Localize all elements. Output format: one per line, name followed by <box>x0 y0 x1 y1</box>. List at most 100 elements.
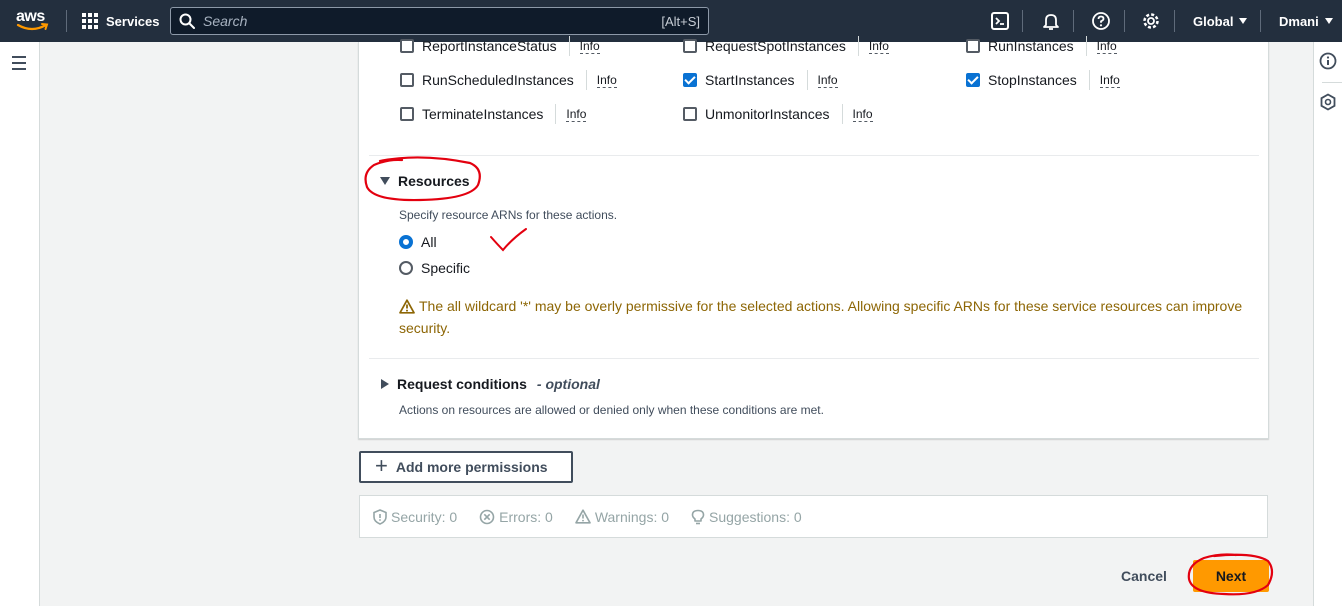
info-icon[interactable] <box>1319 52 1337 70</box>
caret-down-icon <box>1239 18 1248 24</box>
section-divider <box>369 155 1259 156</box>
nav-divider <box>1260 10 1261 32</box>
action-label: RunScheduledInstances <box>422 72 574 88</box>
user-label: Dmani <box>1279 13 1319 29</box>
checkbox[interactable] <box>400 107 414 121</box>
action-checkbox-row[interactable]: UnmonitorInstances Info <box>683 104 873 124</box>
nav-divider <box>1022 10 1023 32</box>
caret-down-icon <box>380 177 390 185</box>
action-label: StartInstances <box>705 72 795 88</box>
hexagon-icon[interactable] <box>1319 93 1337 111</box>
add-more-permissions-button[interactable]: + Add more permissions <box>359 451 573 483</box>
services-label: Services <box>106 13 160 29</box>
services-menu-button[interactable]: Services <box>82 0 160 42</box>
region-label: Global <box>1193 13 1234 29</box>
info-link[interactable]: Info <box>841 104 873 124</box>
wildcard-warning: The all wildcard '*' may be overly permi… <box>399 295 1249 339</box>
action-label: RequestSpotInstances <box>705 38 846 54</box>
add-more-label: Add more permissions <box>395 459 548 475</box>
grid-icon <box>82 13 98 29</box>
radio-button-selected[interactable] <box>399 235 413 249</box>
checkbox[interactable] <box>683 107 697 121</box>
optional-label: - optional <box>536 376 600 392</box>
bell-icon[interactable] <box>1041 11 1061 31</box>
rail-divider <box>1322 82 1342 83</box>
info-link[interactable]: Info <box>585 70 617 90</box>
action-label: StopInstances <box>988 72 1077 88</box>
conditions-title: Request conditions <box>397 376 527 392</box>
resources-description: Specify resource ARNs for these actions. <box>399 208 618 222</box>
radio-button[interactable] <box>399 261 413 275</box>
info-link[interactable]: Info <box>1088 70 1120 90</box>
action-checkbox-row[interactable]: StopInstances Info <box>966 70 1120 90</box>
cloudshell-icon[interactable] <box>990 11 1010 31</box>
info-link[interactable]: Info <box>568 36 600 56</box>
conditions-description: Actions on resources are allowed or deni… <box>399 403 824 417</box>
security-count[interactable]: Security: 0 <box>373 509 457 525</box>
checkbox[interactable] <box>400 73 414 87</box>
left-navigation-rail <box>0 42 40 606</box>
warning-icon <box>575 509 591 524</box>
warnings-count[interactable]: Warnings: 0 <box>575 509 669 525</box>
nav-divider <box>66 10 67 32</box>
shield-icon <box>373 508 387 525</box>
action-label: ReportInstanceStatus <box>422 38 557 54</box>
checkbox[interactable] <box>966 39 980 53</box>
gear-icon[interactable] <box>1141 11 1161 31</box>
action-label: UnmonitorInstances <box>705 106 830 122</box>
nav-divider <box>1073 10 1074 32</box>
lightbulb-icon <box>691 509 705 524</box>
errors-count[interactable]: Errors: 0 <box>479 509 553 525</box>
permissions-panel: ReportInstanceStatus Info RequestSpotIns… <box>358 36 1269 439</box>
info-link[interactable]: Info <box>555 104 587 124</box>
action-checkbox-row[interactable]: TerminateInstances Info <box>400 104 587 124</box>
top-navigation: aws Services [Alt+S] <box>0 0 1342 42</box>
info-link[interactable]: Info <box>806 70 838 90</box>
info-link[interactable]: Info <box>1085 36 1117 56</box>
checkbox-checked[interactable] <box>683 73 697 87</box>
suggestions-count[interactable]: Suggestions: 0 <box>691 509 802 525</box>
action-checkbox-row[interactable]: ReportInstanceStatus Info <box>400 36 600 56</box>
search-icon <box>179 13 195 29</box>
search-shortcut: [Alt+S] <box>661 13 700 29</box>
caret-down-icon <box>1324 18 1333 24</box>
request-conditions-toggle[interactable]: Request conditions - optional <box>381 376 600 392</box>
action-checkbox-row[interactable]: StartInstances Info <box>683 70 838 90</box>
checkbox[interactable] <box>400 39 414 53</box>
action-checkbox-row[interactable]: RequestSpotInstances Info <box>683 36 889 56</box>
checkbox-checked[interactable] <box>966 73 980 87</box>
resources-title: Resources <box>398 173 470 189</box>
plus-icon: + <box>375 453 388 478</box>
warning-text: The all wildcard '*' may be overly permi… <box>399 298 1243 336</box>
search-box[interactable]: [Alt+S] <box>170 7 709 35</box>
resources-section-toggle[interactable]: Resources <box>380 173 470 189</box>
help-icon[interactable] <box>1091 11 1111 31</box>
nav-divider <box>1124 10 1125 32</box>
warning-icon <box>399 299 415 314</box>
hamburger-menu-icon[interactable] <box>12 56 26 74</box>
section-divider <box>369 358 1259 359</box>
aws-logo[interactable]: aws <box>16 8 50 34</box>
search-input[interactable] <box>203 13 662 29</box>
radio-label: All <box>421 234 437 250</box>
checkbox[interactable] <box>683 39 697 53</box>
cancel-button[interactable]: Cancel <box>1109 561 1179 591</box>
region-selector[interactable]: Global <box>1193 0 1248 42</box>
radio-label: Specific <box>421 260 471 276</box>
right-tools-rail <box>1313 42 1342 606</box>
action-checkbox-row[interactable]: RunScheduledInstances Info <box>400 70 617 90</box>
action-checkbox-row[interactable]: RunInstances Info <box>966 36 1117 56</box>
main-content: ReportInstanceStatus Info RequestSpotIns… <box>41 36 1312 606</box>
action-label: TerminateInstances <box>422 106 544 122</box>
caret-right-icon <box>381 379 389 389</box>
next-button[interactable]: Next <box>1193 560 1269 592</box>
account-menu[interactable]: Dmani <box>1279 0 1333 42</box>
aws-smile-icon <box>16 23 49 31</box>
policy-validation-summary: Security: 0 Errors: 0 Warnings: 0 Sugges… <box>359 495 1268 538</box>
radio-all[interactable]: All <box>399 234 437 250</box>
error-icon <box>479 509 495 524</box>
action-label: RunInstances <box>988 38 1074 54</box>
info-link[interactable]: Info <box>857 36 889 56</box>
radio-specific[interactable]: Specific <box>399 260 470 276</box>
nav-divider <box>1174 10 1175 32</box>
